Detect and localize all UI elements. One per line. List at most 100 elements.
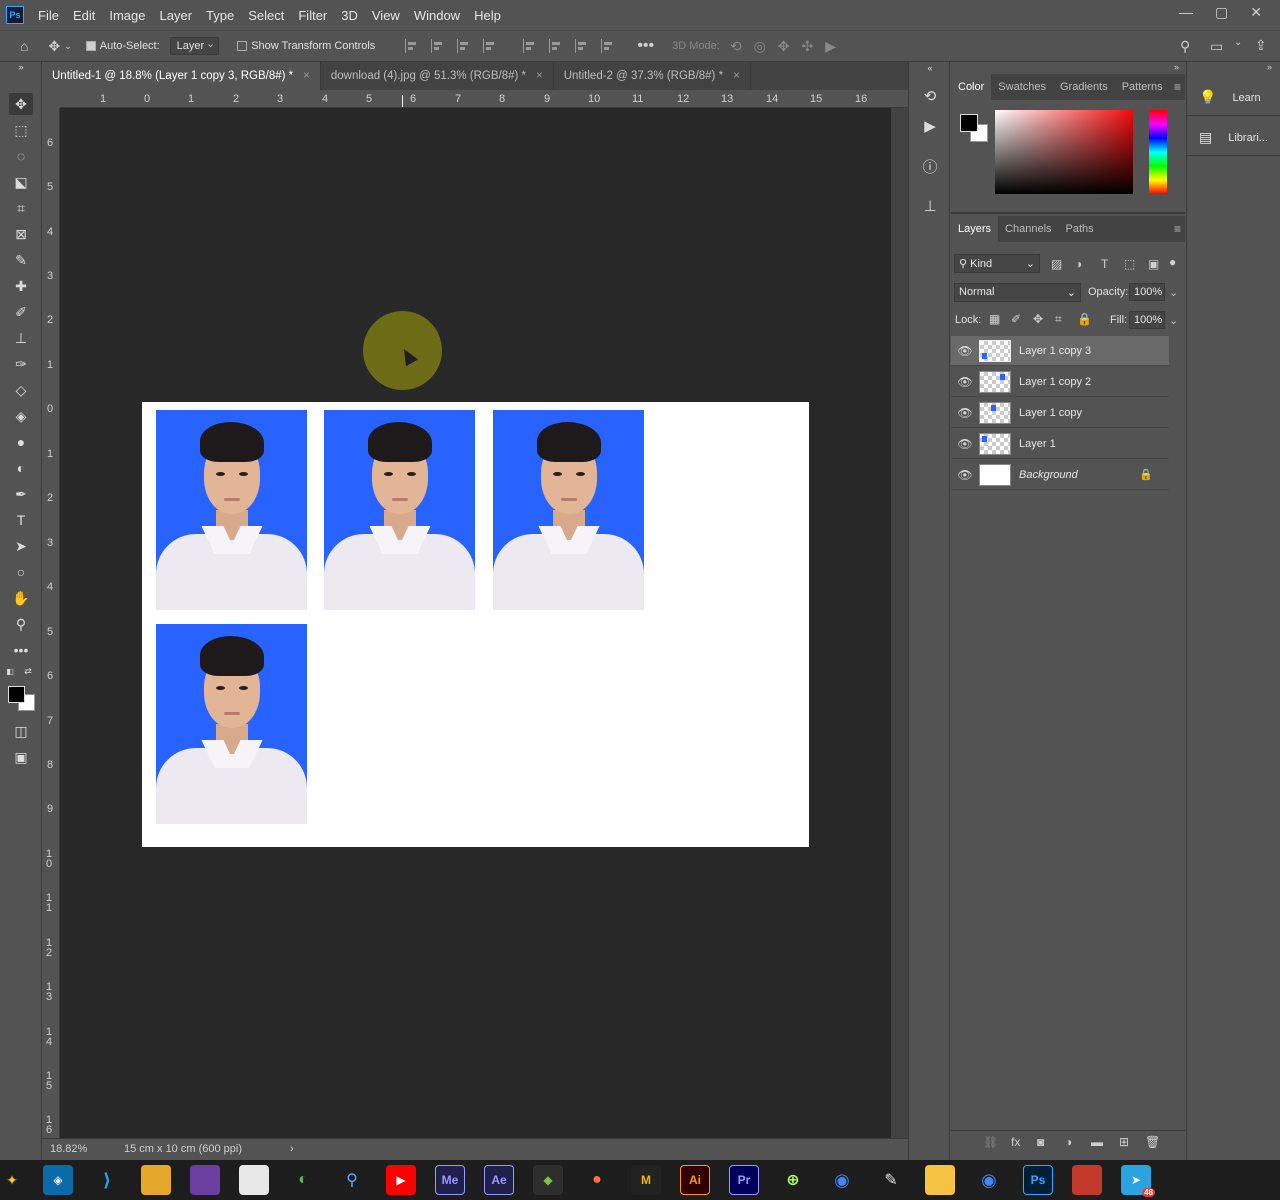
foreground-color-swatch[interactable] bbox=[960, 114, 978, 132]
youtube-app-icon[interactable]: ▶ bbox=[386, 1165, 416, 1195]
layer-row[interactable]: 👁 Layer 1 copy 3 bbox=[951, 336, 1169, 366]
eyedropper-tool-icon[interactable]: ✎ bbox=[9, 249, 33, 271]
delete-layer-icon[interactable]: 🗑 bbox=[1145, 1135, 1160, 1149]
menu-edit[interactable]: Edit bbox=[73, 8, 95, 23]
chrome-profile-app-icon[interactable]: ◉ bbox=[974, 1165, 1004, 1195]
close-tab-icon[interactable]: × bbox=[733, 70, 740, 82]
tab-color[interactable]: Color bbox=[951, 74, 992, 100]
marquee-tool-icon[interactable]: ⬚ bbox=[9, 119, 33, 141]
filter-adjustment-icon[interactable]: ◑ bbox=[1075, 257, 1082, 271]
layer-row[interactable]: 👁 Background 🔒 bbox=[951, 460, 1169, 490]
tab-paths[interactable]: Paths bbox=[1059, 216, 1101, 242]
search-app-icon[interactable]: ⚲ bbox=[337, 1165, 367, 1195]
paint-bucket-tool-icon[interactable]: ◈ bbox=[9, 405, 33, 427]
align-bottom-icon[interactable] bbox=[575, 39, 589, 53]
foreground-color-swatch[interactable] bbox=[8, 686, 25, 703]
tab-gradients[interactable]: Gradients bbox=[1053, 74, 1115, 100]
align-left-icon[interactable] bbox=[405, 39, 419, 53]
dodge-tool-icon[interactable]: ◐ bbox=[9, 457, 33, 479]
tab-patterns[interactable]: Patterns bbox=[1115, 74, 1170, 100]
layer-style-icon[interactable]: fx bbox=[1011, 1135, 1020, 1149]
home-icon[interactable]: ⌂ bbox=[20, 38, 28, 54]
align-center-icon[interactable] bbox=[431, 39, 445, 53]
firefox-app-icon[interactable]: ● bbox=[582, 1165, 612, 1195]
close-tab-icon[interactable]: × bbox=[303, 70, 310, 82]
status-chevron-icon[interactable]: › bbox=[290, 1143, 294, 1155]
auto-select-dropdown[interactable]: Layer bbox=[169, 37, 220, 55]
link-layers-icon[interactable]: ⛓ bbox=[983, 1135, 998, 1149]
lock-image-icon[interactable]: ✐ bbox=[1011, 312, 1021, 326]
layer-filter-dropdown[interactable]: ⚲ Kind ⌄ bbox=[954, 254, 1040, 273]
minimize-button[interactable]: — bbox=[1179, 4, 1193, 21]
collapse-dock-icon[interactable]: » bbox=[1174, 62, 1179, 72]
screen-mode-icon[interactable]: ▣ bbox=[9, 746, 33, 768]
ellipse-tool-icon[interactable]: ○ bbox=[9, 561, 33, 583]
collapse-toolbar-icon[interactable]: » bbox=[9, 62, 33, 72]
vscode-app-icon[interactable]: ⟩ bbox=[92, 1165, 122, 1195]
filter-pixel-icon[interactable]: ▨ bbox=[1051, 257, 1062, 271]
panel-menu-icon[interactable]: ≡ bbox=[1174, 222, 1181, 236]
blur-tool-icon[interactable]: ● bbox=[9, 431, 33, 453]
workspace-chevron-icon[interactable]: ⌄ bbox=[1234, 37, 1242, 48]
healing-brush-tool-icon[interactable]: ✚ bbox=[9, 275, 33, 297]
tab-untitled-1[interactable]: Untitled-1 @ 18.8% (Layer 1 copy 3, RGB/… bbox=[42, 62, 321, 90]
visibility-eye-icon[interactable]: 👁 bbox=[951, 344, 979, 358]
layer-row[interactable]: 👁 Layer 1 copy 2 bbox=[951, 367, 1169, 397]
photoshop-app-icon[interactable]: Ps bbox=[1023, 1165, 1053, 1195]
adjustment-layer-icon[interactable]: ◑ bbox=[1065, 1135, 1072, 1149]
libraries-panel-button[interactable]: ▤ Librari... bbox=[1187, 120, 1280, 156]
paint-app-icon[interactable]: ✎ bbox=[876, 1165, 906, 1195]
fill-input[interactable]: 100% bbox=[1129, 311, 1165, 329]
menu-3d[interactable]: 3D bbox=[341, 8, 358, 23]
share-icon[interactable]: ⇪ bbox=[1255, 37, 1267, 54]
document-canvas[interactable] bbox=[142, 402, 809, 847]
distribute-horizontal-icon[interactable] bbox=[483, 39, 497, 53]
move-tool-icon[interactable]: ✥ bbox=[48, 38, 60, 55]
zoom-tool-icon[interactable]: ⚲ bbox=[9, 613, 33, 635]
lock-position-icon[interactable]: ✥ bbox=[1033, 312, 1043, 326]
file-explorer-app-icon[interactable] bbox=[925, 1165, 955, 1195]
new-layer-icon[interactable]: ⊞ bbox=[1119, 1135, 1129, 1149]
menu-image[interactable]: Image bbox=[109, 8, 145, 23]
start-icon[interactable]: ✦ bbox=[0, 1165, 24, 1195]
clone-stamp-tool-icon[interactable]: ⊥ bbox=[9, 327, 33, 349]
workspace-icon[interactable]: ▭ bbox=[1210, 38, 1223, 55]
m-app-icon[interactable]: M bbox=[631, 1165, 661, 1195]
align-top-icon[interactable] bbox=[523, 39, 537, 53]
vertical-scrollbar[interactable] bbox=[891, 108, 908, 1138]
presentation-app-icon[interactable] bbox=[1072, 1165, 1102, 1195]
passport-photo[interactable] bbox=[493, 410, 644, 610]
tab-layers[interactable]: Layers bbox=[951, 216, 999, 242]
color-field[interactable] bbox=[995, 110, 1133, 194]
more-options-icon[interactable]: ••• bbox=[637, 37, 654, 55]
layer-row[interactable]: 👁 Layer 1 copy bbox=[951, 398, 1169, 428]
visibility-eye-icon[interactable]: 👁 bbox=[951, 406, 979, 420]
passport-photo[interactable] bbox=[324, 410, 475, 610]
hand-tool-icon[interactable]: ✋ bbox=[9, 587, 33, 609]
passport-photo[interactable] bbox=[156, 410, 307, 610]
notepad-app-icon[interactable] bbox=[239, 1165, 269, 1195]
align-right-icon[interactable] bbox=[457, 39, 471, 53]
menu-view[interactable]: View bbox=[372, 8, 400, 23]
auto-select-checkbox[interactable] bbox=[85, 41, 96, 51]
visibility-eye-icon[interactable]: 👁 bbox=[951, 375, 979, 389]
menu-filter[interactable]: Filter bbox=[298, 8, 327, 23]
visibility-eye-icon[interactable]: 👁 bbox=[951, 468, 979, 482]
move-tool-icon[interactable]: ✥ bbox=[9, 93, 33, 115]
media-encoder-app-icon[interactable]: Me bbox=[435, 1165, 465, 1195]
brush-tool-icon[interactable]: ✐ bbox=[9, 301, 33, 323]
filter-toggle-icon[interactable]: ● bbox=[1169, 255, 1176, 269]
pen-tool-icon[interactable]: ✒ bbox=[9, 483, 33, 505]
folder-app-icon[interactable] bbox=[141, 1165, 171, 1195]
close-tab-icon[interactable]: × bbox=[536, 70, 543, 82]
browser-app-icon[interactable]: ◐ bbox=[288, 1165, 318, 1195]
distribute-vertical-icon[interactable] bbox=[601, 39, 615, 53]
copilot-app-icon[interactable]: ◈ bbox=[43, 1165, 73, 1195]
opacity-chevron-icon[interactable]: ⌄ bbox=[1169, 286, 1178, 299]
lock-all-icon[interactable]: 🔒 bbox=[1077, 312, 1092, 326]
hue-slider[interactable] bbox=[1149, 110, 1167, 194]
properties-panel-icon[interactable]: ⊥ bbox=[920, 196, 940, 216]
tab-channels[interactable]: Channels bbox=[998, 216, 1058, 242]
search-icon[interactable]: ⚲ bbox=[1180, 38, 1190, 55]
chrome-app-icon[interactable]: ◉ bbox=[827, 1165, 857, 1195]
